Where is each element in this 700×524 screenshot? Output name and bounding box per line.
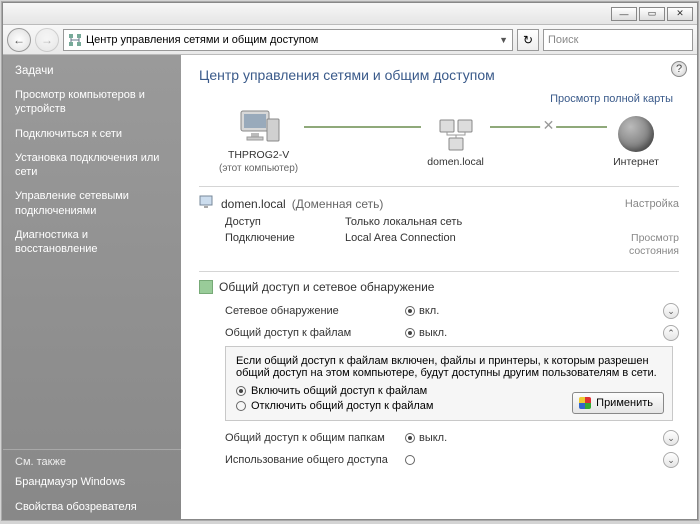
search-placeholder: Поиск — [548, 34, 578, 46]
row-public-folder: Общий доступ к общим папкам выкл. ⌄ — [199, 427, 679, 449]
navbar: ← → Центр управления сетями и общим дост… — [3, 25, 697, 55]
seealso-firewall[interactable]: Брандмауэр Windows — [3, 470, 181, 494]
node-this-pc[interactable]: THPROG2-V (этот компьютер) — [219, 107, 298, 174]
connection-value: Local Area Connection — [345, 232, 589, 257]
network-section: domen.local (Доменная сеть) Настройка До… — [199, 186, 679, 261]
refresh-icon: ↻ — [523, 33, 533, 47]
access-value: Только локальная сеть — [345, 216, 679, 228]
file-sharing-label: Общий доступ к файлам — [225, 327, 405, 339]
public-folder-label: Общий доступ к общим папкам — [225, 432, 405, 444]
apply-button[interactable]: Применить — [572, 392, 664, 414]
network-map: THPROG2-V (этот компьютер) domen.local И… — [199, 107, 679, 182]
radio-on-icon — [405, 306, 415, 316]
sharing-usage-label: Использование общего доступа — [225, 454, 405, 466]
row-discovery: Сетевое обнаружение вкл. ⌄ — [199, 300, 679, 322]
discovery-label: Сетевое обнаружение — [225, 305, 405, 317]
access-label: Доступ — [225, 216, 345, 228]
computer-icon — [236, 107, 282, 147]
refresh-button[interactable]: ↻ — [517, 29, 539, 51]
radio-icon — [405, 433, 415, 443]
node-name: THPROG2-V — [228, 149, 289, 161]
radio-icon — [405, 455, 415, 465]
close-button[interactable]: ✕ — [667, 7, 693, 21]
network-icon — [433, 114, 479, 154]
radio-icon — [236, 401, 246, 411]
task-setup-connection[interactable]: Установка подключения или сети — [3, 146, 181, 185]
sharing-icon — [199, 280, 213, 294]
apply-label: Применить — [596, 397, 653, 409]
seealso-heading: См. также — [3, 449, 181, 470]
expand-button[interactable]: ⌄ — [663, 303, 679, 319]
network-name: domen.local — [221, 197, 286, 211]
address-bar[interactable]: Центр управления сетями и общим доступом… — [63, 29, 513, 51]
network-small-icon — [199, 195, 215, 212]
titlebar: — ▭ ✕ — [3, 3, 697, 25]
tasks-heading: Задачи — [3, 55, 181, 83]
globe-icon — [613, 114, 659, 154]
sharing-heading-row: Общий доступ и сетевое обнаружение — [199, 280, 679, 294]
radio-icon — [236, 386, 246, 396]
expand-button[interactable]: ⌄ — [663, 430, 679, 446]
window: — ▭ ✕ ← → Центр управления сетями и общи… — [2, 2, 698, 520]
back-button[interactable]: ← — [7, 28, 31, 52]
connection-row: Подключение Local Area Connection Просмо… — [199, 228, 679, 257]
sharing-heading: Общий доступ и сетевое обнаружение — [219, 280, 434, 294]
discovery-value: вкл. — [419, 305, 439, 317]
node-internet[interactable]: Интернет — [613, 114, 659, 168]
node-sub: (этот компьютер) — [219, 163, 298, 174]
node-name: domen.local — [427, 156, 484, 168]
collapse-button[interactable]: ⌃ — [663, 325, 679, 341]
connection-line — [304, 126, 421, 128]
task-manage-connections[interactable]: Управление сетевыми подключениями — [3, 184, 181, 223]
task-diagnose[interactable]: Диагностика и восстановление — [3, 223, 181, 262]
arrow-left-icon: ← — [13, 33, 25, 47]
forward-button[interactable]: → — [35, 28, 59, 52]
network-name-row: domen.local (Доменная сеть) Настройка — [199, 195, 679, 212]
arrow-right-icon: → — [41, 33, 53, 47]
network-center-icon — [68, 33, 82, 47]
help-button[interactable]: ? — [671, 61, 687, 77]
node-name: Интернет — [613, 156, 659, 168]
expand-button[interactable]: ⌄ — [663, 452, 679, 468]
maximize-button[interactable]: ▭ — [639, 7, 665, 21]
body: Задачи Просмотр компьютеров и устройств … — [3, 55, 697, 519]
view-status-link[interactable]: Просмотр состояния — [589, 232, 679, 257]
task-view-computers[interactable]: Просмотр компьютеров и устройств — [3, 83, 181, 122]
node-domain[interactable]: domen.local — [427, 114, 484, 168]
network-type: (Доменная сеть) — [292, 197, 384, 211]
help-icon: ? — [676, 63, 682, 75]
sharing-section: Общий доступ и сетевое обнаружение Сетев… — [199, 271, 679, 471]
page-title: Центр управления сетями и общим доступом — [199, 67, 679, 83]
access-row: Доступ Только локальная сеть — [199, 212, 679, 228]
file-sharing-panel: Если общий доступ к файлам включен, файл… — [225, 346, 673, 421]
minimize-button[interactable]: — — [611, 7, 637, 21]
chevron-down-icon[interactable]: ▼ — [499, 35, 508, 45]
radio-icon — [405, 328, 415, 338]
full-map-link[interactable]: Просмотр полной карты — [199, 93, 679, 105]
sidebar: Задачи Просмотр компьютеров и устройств … — [3, 55, 181, 519]
file-sharing-desc: Если общий доступ к файлам включен, файл… — [236, 355, 662, 379]
address-text: Центр управления сетями и общим доступом — [86, 34, 318, 46]
file-sharing-value: выкл. — [419, 327, 447, 339]
search-input[interactable]: Поиск — [543, 29, 693, 51]
network-config-link[interactable]: Настройка — [625, 198, 679, 210]
content: ? Центр управления сетями и общим доступ… — [181, 55, 697, 519]
seealso-browser-props[interactable]: Свойства обозревателя — [3, 495, 181, 519]
connection-broken — [490, 126, 607, 128]
row-file-sharing: Общий доступ к файлам выкл. ⌃ — [199, 322, 679, 344]
shield-icon — [579, 397, 591, 409]
row-sharing-usage: Использование общего доступа ⌄ — [199, 449, 679, 471]
connection-label: Подключение — [225, 232, 345, 257]
task-connect-network[interactable]: Подключиться к сети — [3, 122, 181, 146]
public-folder-value: выкл. — [419, 432, 447, 444]
